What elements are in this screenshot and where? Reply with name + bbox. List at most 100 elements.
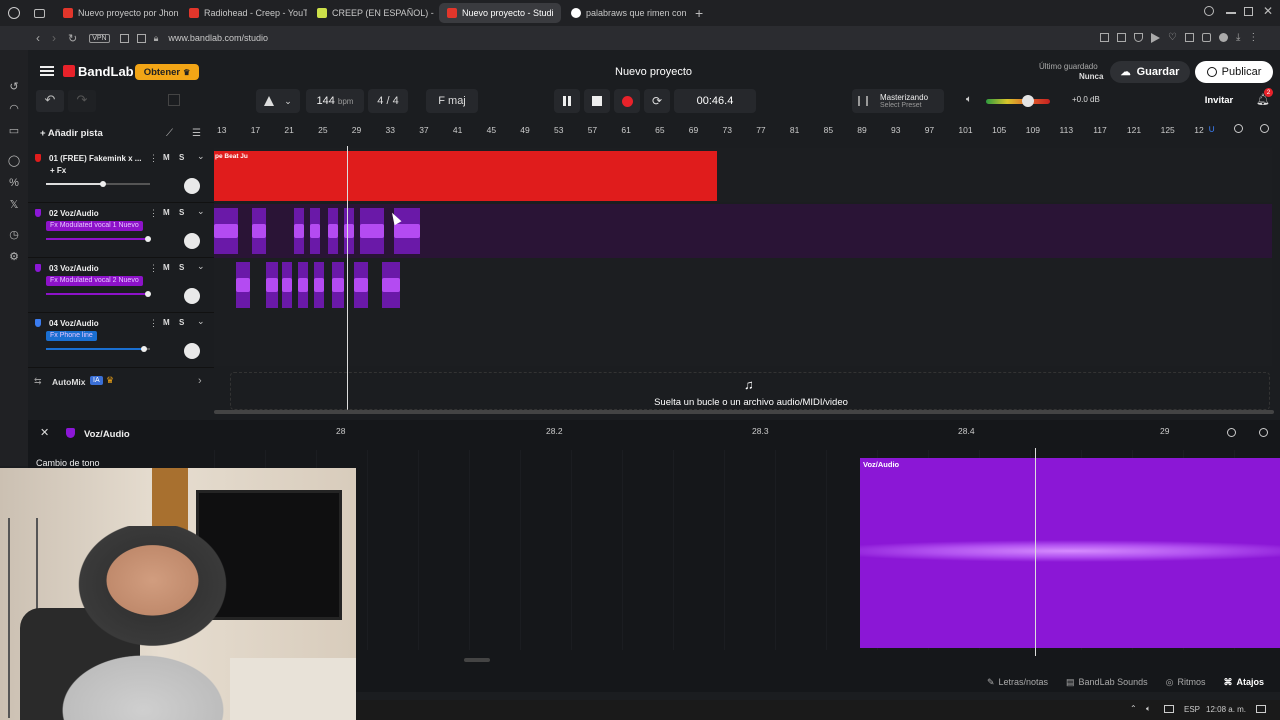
zoom-in-icon[interactable] <box>1260 124 1269 133</box>
track-volume-thumb[interactable] <box>144 236 151 242</box>
chevron-down-icon[interactable]: ⌄ <box>197 261 205 272</box>
browser-tab[interactable]: Radiohead - Creep - YouTu <box>181 3 307 23</box>
track-volume-thumb[interactable] <box>100 181 107 187</box>
vocal-clip[interactable] <box>266 262 278 308</box>
track-volume-thumb[interactable] <box>144 291 151 297</box>
search-tabs-icon[interactable] <box>1204 6 1214 16</box>
close-window-icon[interactable]: ✕ <box>1263 4 1273 18</box>
vocal-clip[interactable] <box>382 262 400 308</box>
percent-icon[interactable]: % <box>7 176 21 190</box>
track-header[interactable]: 02 Voz/Audio ⋮ M S ⌄ Fx Modulated vocal 1 Nue… <box>28 203 214 258</box>
speaker-icon[interactable]: 🔈︎ <box>1146 704 1151 714</box>
sounds-button[interactable]: ▤ BandLab Sounds <box>1066 677 1148 688</box>
profile-icon[interactable] <box>1218 33 1228 42</box>
url-text[interactable]: www.bandlab.com/studio <box>168 33 268 43</box>
lane-3[interactable] <box>214 258 1272 312</box>
vocal-clip[interactable] <box>314 262 324 308</box>
browser-tab[interactable]: Nuevo proyecto por Jhon <box>55 3 179 23</box>
track-menu-icon[interactable]: ⋮ <box>149 153 158 164</box>
metronome-control[interactable]: ⌄ <box>256 89 300 113</box>
get-button[interactable]: Obtener ♛ <box>135 64 199 80</box>
network-icon[interactable] <box>1164 705 1174 713</box>
vocal-clip[interactable] <box>252 208 266 254</box>
solo-button[interactable]: S <box>179 318 184 327</box>
history-icon[interactable]: ↺ <box>7 80 21 94</box>
screenshot-icon[interactable] <box>119 33 129 43</box>
track-header[interactable]: 03 Voz/Audio ⋮ M S ⌄ Fx Modulated vocal 2 Nue… <box>28 258 214 313</box>
mute-button[interactable]: M <box>163 153 170 162</box>
timeline-ruler[interactable]: 13 17 21 25 29 33 37 41 45 49 53 57 61 65 69 73 77 81 85 89… <box>214 122 1280 138</box>
whatsapp-icon[interactable]: ◯ <box>7 154 21 168</box>
track-menu-icon[interactable]: ⋮ <box>149 263 158 274</box>
clock-icon[interactable]: ◷ <box>7 228 21 242</box>
record-button[interactable] <box>614 89 640 113</box>
beat-clip[interactable]: pe Beat Ju <box>214 151 717 201</box>
fx-chain-tag[interactable]: Fx Phone line <box>46 331 97 341</box>
vocal-clip[interactable] <box>360 208 384 254</box>
editor-ruler[interactable]: 28 28.2 28.3 28.4 29 <box>214 420 1214 438</box>
browser-logo-icon[interactable] <box>8 7 20 19</box>
speaker-mute-icon[interactable]: 🔈︎ <box>966 94 972 105</box>
minimize-window-icon[interactable] <box>1226 12 1236 14</box>
track-name[interactable]: 01 (FREE) Fakemink x ... <box>49 154 141 163</box>
pan-knob[interactable] <box>184 178 200 194</box>
lane-4[interactable] <box>214 312 1272 366</box>
crop-icon[interactable] <box>1117 33 1126 42</box>
zoom-out-icon[interactable] <box>1234 124 1243 133</box>
editor-playhead[interactable] <box>1035 448 1036 656</box>
language-indicator[interactable]: ESP <box>1184 705 1200 714</box>
fx-chain-tag[interactable]: Fx Modulated vocal 1 Nuevo <box>46 221 143 231</box>
track-menu-icon[interactable]: ⋮ <box>149 208 158 219</box>
track-name[interactable]: 04 Voz/Audio <box>49 319 99 328</box>
vocal-clip[interactable] <box>310 208 320 254</box>
new-tab-button[interactable]: + <box>695 5 703 21</box>
browser-tab-active[interactable]: Nuevo proyecto - Studi <box>439 3 561 23</box>
brand-name[interactable]: BandLab <box>78 64 134 79</box>
redo-button[interactable]: ↷ <box>68 90 96 112</box>
close-editor-icon[interactable]: ✕ <box>40 426 49 439</box>
fx-chain-tag[interactable]: + Fx <box>46 166 70 176</box>
pan-knob[interactable] <box>184 343 200 359</box>
back-icon[interactable]: ‹ <box>36 31 40 45</box>
track-volume-slider[interactable] <box>46 236 151 242</box>
vpn-badge[interactable]: VPN <box>89 33 110 43</box>
clock[interactable]: 12:08 a. m. <box>1206 705 1246 714</box>
track-volume-slider[interactable] <box>46 181 150 187</box>
send-icon[interactable] <box>1151 33 1160 43</box>
mute-button[interactable]: M <box>163 208 170 217</box>
x-twitter-icon[interactable]: 𝕏 <box>7 198 21 212</box>
horizontal-scrollbar[interactable] <box>214 410 1274 414</box>
pitch-shift-label[interactable]: Cambio de tono <box>36 458 100 468</box>
invite-button[interactable]: Invitar <box>1194 93 1244 109</box>
drop-zone[interactable]: ♫ Suelta un bucle o un archivo audio/MID… <box>230 372 1270 410</box>
solo-button[interactable]: S <box>179 263 184 272</box>
user-icon[interactable]: ◠ <box>7 102 21 116</box>
mastering-control[interactable]: Masterizando Select Preset <box>852 89 944 113</box>
shortcuts-button[interactable]: ⌘ Atajos <box>1223 677 1264 688</box>
heart-icon[interactable]: ♡ <box>1168 33 1177 43</box>
settings-icon[interactable]: ⚙ <box>7 250 21 264</box>
volume-slider-thumb[interactable] <box>1021 95 1034 107</box>
lane-2[interactable] <box>214 204 1272 258</box>
notification-center-icon[interactable] <box>1256 705 1266 713</box>
grid-toggle-icon[interactable] <box>168 94 180 106</box>
vocal-clip[interactable] <box>344 208 354 254</box>
editor-zoom-out-icon[interactable] <box>1227 428 1236 437</box>
loop-button[interactable]: ⟳ <box>644 89 670 113</box>
time-signature-control[interactable]: 4 / 4 <box>368 89 408 113</box>
solo-button[interactable]: S <box>179 208 184 217</box>
mute-button[interactable]: M <box>163 318 170 327</box>
vocal-clip[interactable] <box>282 262 292 308</box>
project-title[interactable]: Nuevo proyecto <box>615 66 692 78</box>
track-volume-slider[interactable] <box>46 346 150 352</box>
browser-tab[interactable]: palabraws que rimen con c <box>563 3 689 23</box>
wallet-icon[interactable] <box>1184 33 1194 42</box>
print-icon[interactable] <box>136 33 146 43</box>
menu-dots-icon[interactable]: ⋮ <box>1248 33 1258 43</box>
pan-knob[interactable] <box>184 233 200 249</box>
chevron-down-icon[interactable]: ⌄ <box>197 206 205 217</box>
track-volume-thumb[interactable] <box>140 346 147 352</box>
publish-button[interactable]: Publicar <box>1195 61 1273 83</box>
tab-grid-icon[interactable] <box>34 8 45 18</box>
mute-button[interactable]: M <box>163 263 170 272</box>
